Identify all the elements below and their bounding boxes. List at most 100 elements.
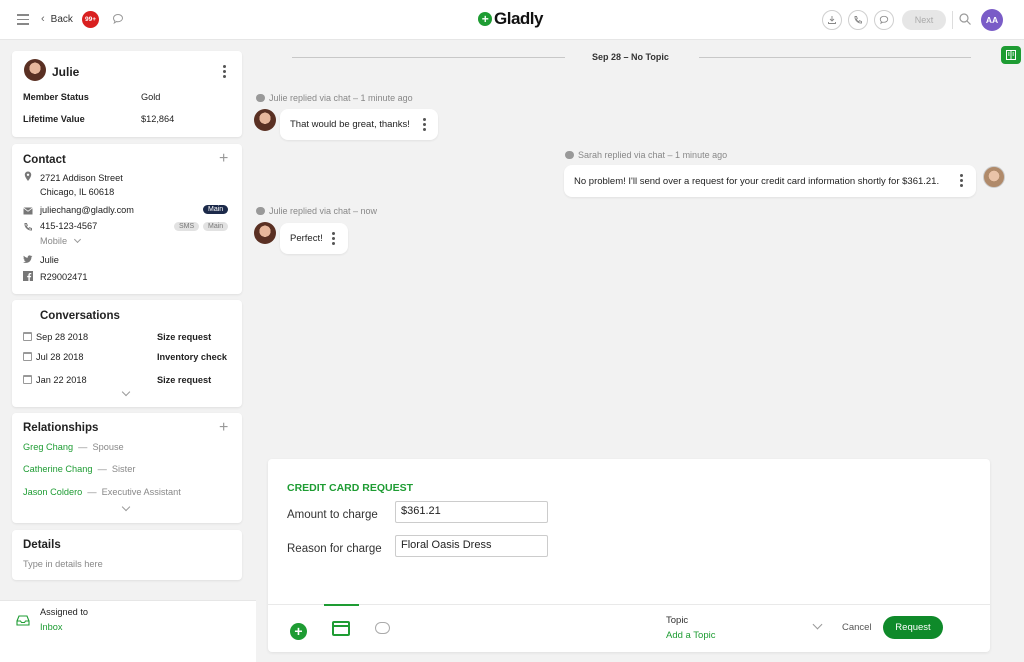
conversation-topic[interactable]: Size request (157, 332, 211, 342)
more-options-icon[interactable] (960, 174, 963, 189)
address-line2: Chicago, IL 60618 (40, 187, 115, 197)
phone-value[interactable]: 415-123-4567 (40, 221, 97, 231)
customer-avatar (254, 109, 276, 131)
email-value[interactable]: juliechang@gladly.com (40, 205, 134, 215)
notification-badge[interactable]: 99+ (82, 11, 99, 28)
customer-name[interactable]: Julie (52, 65, 79, 79)
assigned-value[interactable]: Inbox (40, 622, 62, 632)
customer-card: Julie Member Status Gold Lifetime Value … (12, 51, 242, 137)
add-contact-icon[interactable]: + (219, 151, 228, 167)
relationship-name[interactable]: Catherine Chang (23, 464, 92, 474)
add-icon[interactable]: + (290, 623, 307, 640)
relationship-item: Greg Chang — Spouse (23, 442, 124, 452)
active-tab-indicator (324, 604, 359, 606)
relationship-item: Jason Coldero — Executive Assistant (23, 487, 181, 497)
message-meta: Julie replied via chat – now (256, 206, 377, 216)
relationship-type: Spouse (92, 442, 124, 452)
calendar-icon (23, 332, 32, 341)
customer-avatar (254, 222, 276, 244)
message-text: No problem! I'll send over a request for… (574, 175, 940, 187)
customer-avatar (24, 59, 46, 81)
agent-avatar (983, 166, 1005, 188)
phone-main-tag: Main (203, 222, 229, 231)
expand-chevron-icon[interactable] (121, 502, 131, 512)
conversation-date: Sep 28 2018 (36, 332, 89, 342)
back-label: Back (50, 13, 73, 25)
lifetime-value-label: Lifetime Value (23, 114, 85, 124)
calendar-icon (23, 375, 32, 384)
chat-small-icon (256, 207, 265, 215)
contact-title: Contact (23, 154, 66, 166)
assignment-bar: Assigned to Inbox (0, 600, 256, 662)
chat-small-icon (565, 151, 574, 159)
relationship-type: Sister (111, 464, 136, 474)
menu-icon[interactable] (17, 14, 29, 25)
message-bubble: Perfect! (280, 223, 348, 254)
credit-card-request-composer: CREDIT CARD REQUEST Amount to charge $36… (268, 459, 990, 652)
conversation-topic[interactable]: Size request (157, 375, 211, 385)
relationship-type: Executive Assistant (101, 487, 181, 497)
download-icon[interactable] (822, 10, 842, 30)
top-bar: ‹ Back 99+ + Gladly Next AA (0, 0, 1024, 40)
conversation-topic[interactable]: Inventory check (157, 352, 227, 362)
contact-card: Contact + 2721 Addison Street Chicago, I… (12, 144, 242, 294)
message-meta: Sarah replied via chat – 1 minute ago (565, 150, 727, 160)
conversation-row[interactable]: Jul 28 2018 (23, 352, 84, 362)
address-line1: 2721 Addison Street (40, 173, 123, 183)
member-status-value: Gold (141, 92, 161, 102)
phone-sms-tag: SMS (174, 222, 200, 231)
logo-text: Gladly (494, 9, 543, 28)
side-panel-icon[interactable] (1001, 46, 1021, 64)
more-options-icon[interactable] (423, 118, 426, 133)
facebook-id[interactable]: R29002471 (40, 272, 88, 282)
more-options-icon[interactable] (332, 232, 335, 247)
chat-icon[interactable] (112, 13, 124, 25)
amount-input[interactable]: $361.21 (395, 501, 548, 523)
chevron-down-icon (73, 235, 81, 244)
search-icon[interactable] (958, 12, 972, 26)
back-button[interactable]: ‹ Back (41, 13, 73, 25)
chat-small-icon (256, 94, 265, 102)
more-options-icon[interactable] (223, 65, 226, 80)
cancel-button[interactable]: Cancel (842, 622, 872, 633)
relationship-name[interactable]: Jason Coldero (23, 487, 82, 497)
request-button[interactable]: Request (883, 616, 943, 639)
topic-chevron-down-icon[interactable] (812, 619, 823, 630)
expand-chevron-icon[interactable] (121, 387, 131, 397)
add-relationship-icon[interactable]: + (219, 420, 228, 436)
divider (952, 11, 953, 29)
conversation-row[interactable]: Jan 22 2018 (23, 375, 87, 385)
conversation-row[interactable]: Sep 28 2018 (23, 332, 88, 342)
details-card: Details Type in details here (12, 530, 242, 580)
user-avatar[interactable]: AA (981, 9, 1003, 31)
relationships-title: Relationships (23, 422, 99, 434)
relationship-name[interactable]: Greg Chang (23, 442, 73, 452)
message-meta-text: Sarah replied via chat – 1 minute ago (578, 150, 728, 160)
reason-input[interactable]: Floral Oasis Dress (395, 535, 548, 557)
phone-type-dropdown[interactable]: Mobile (40, 235, 81, 246)
next-button[interactable]: Next (902, 10, 946, 30)
calendar-icon (23, 352, 32, 361)
date-divider-right (699, 57, 971, 58)
topic-label: Topic (666, 615, 689, 626)
composer-title: CREDIT CARD REQUEST (287, 482, 414, 494)
message-text: Perfect! (290, 233, 323, 244)
twitter-handle[interactable]: Julie (40, 255, 59, 265)
location-pin-icon (24, 171, 32, 181)
relationship-item: Catherine Chang — Sister (23, 464, 136, 474)
date-divider-left (292, 57, 565, 58)
message-text: That would be great, thanks! (290, 119, 410, 130)
phone-icon[interactable] (848, 10, 868, 30)
date-header: Sep 28 – No Topic (592, 52, 669, 62)
conversation-date: Jan 22 2018 (36, 375, 87, 385)
assigned-label: Assigned to (40, 607, 89, 617)
credit-card-icon[interactable] (332, 621, 350, 636)
chat-bubble-icon[interactable] (874, 10, 894, 30)
message-bubble: No problem! I'll send over a request for… (564, 165, 976, 197)
conversations-card: Conversations Sep 28 2018 Size request J… (12, 300, 242, 407)
chat-tab-icon[interactable] (375, 622, 390, 634)
details-input[interactable]: Type in details here (23, 559, 103, 569)
facebook-icon (23, 271, 33, 281)
phone-small-icon (24, 223, 32, 231)
topic-selector[interactable]: Add a Topic (666, 630, 715, 641)
